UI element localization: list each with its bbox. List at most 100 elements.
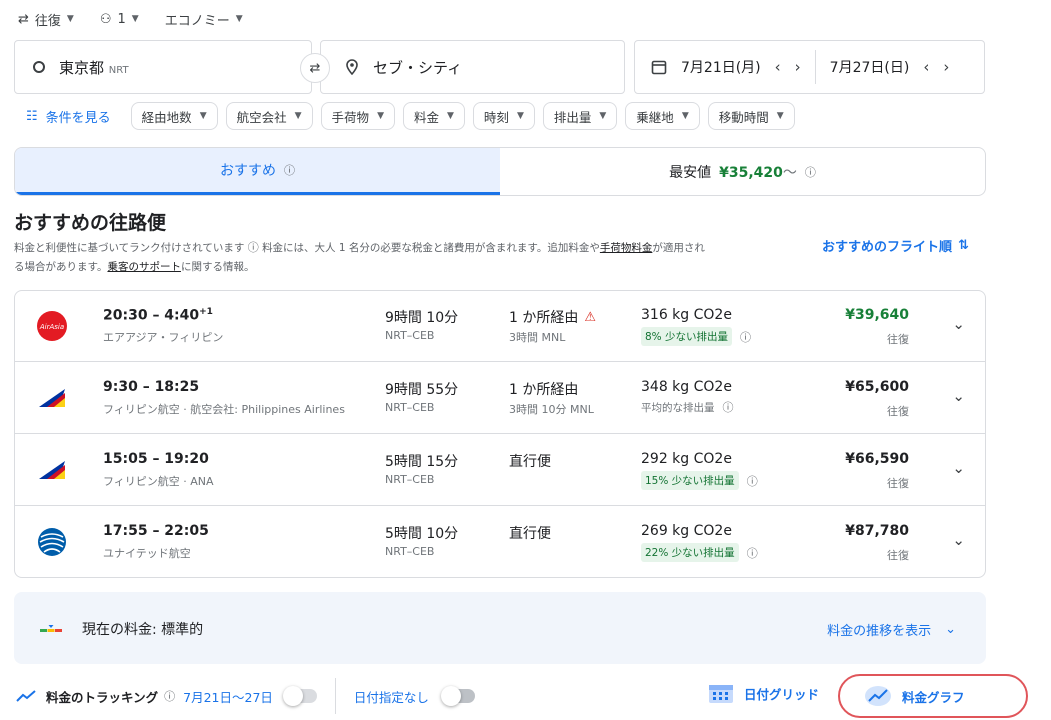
chip-label: 移動時間 xyxy=(718,109,769,125)
philippine-airlines-logo xyxy=(39,389,65,407)
flight-row[interactable]: 9:30 – 18:25 フィリピン航空 · 航空会社: Philippines… xyxy=(15,363,985,434)
airline-name: フィリピン航空 · ANA xyxy=(103,475,214,488)
expand-chevron-icon[interactable]: ⌄ xyxy=(952,387,965,405)
flight-stops: 直行便 xyxy=(509,451,551,471)
emission-badge: 22% 少ない排出量 xyxy=(641,543,739,562)
time-range: 15:05 – 19:20 xyxy=(103,451,209,467)
info-icon[interactable]: ⓘ xyxy=(248,241,259,254)
next-date-chevron-icon[interactable]: › xyxy=(943,58,949,76)
person-icon: ⚇ xyxy=(99,11,112,27)
chip-label: 排出量 xyxy=(553,109,592,125)
chip-label: 乗継地 xyxy=(636,109,674,125)
caret-down-icon: ▼ xyxy=(681,111,689,121)
caret-down-icon: ▼ xyxy=(66,14,74,24)
airline-name: エアアジア・フィリピン xyxy=(103,331,224,344)
filter-chip-emissions[interactable]: 排出量 ▼ xyxy=(542,102,618,130)
expand-chevron-icon[interactable]: ⌄ xyxy=(952,459,965,477)
flight-row[interactable]: 15:05 – 19:20 フィリピン航空 · ANA 5時間 15分 NRT–… xyxy=(15,435,985,506)
flight-stops: 直行便 xyxy=(509,523,551,543)
destination-field[interactable]: セブ・シティ xyxy=(320,40,625,94)
price-history-button[interactable]: 料金の推移を表示 ⌄ xyxy=(827,620,956,639)
depart-date-field[interactable]: 7月21日(月) ‹ › xyxy=(651,57,801,77)
price-insight-panel: 現在の料金: 標準的 料金の推移を表示 ⌄ xyxy=(14,592,986,664)
caret-down-icon: ▼ xyxy=(131,14,139,24)
info-icon[interactable]: ⓘ xyxy=(747,473,758,489)
filter-chip-duration[interactable]: 移動時間 ▼ xyxy=(707,102,795,130)
passenger-select[interactable]: ⚇ 1 ▼ xyxy=(100,12,139,27)
price-level-icon xyxy=(40,625,62,632)
desc-text: る場合があります。 xyxy=(14,261,108,273)
price-insight-text: 現在の料金: 標準的 xyxy=(82,622,204,638)
price-tracking-toggle[interactable] xyxy=(282,686,317,706)
next-date-chevron-icon[interactable]: › xyxy=(795,58,801,76)
flight-row[interactable]: 17:55 – 22:05 ユナイテッド航空 5時間 10分 NRT–CEB 直… xyxy=(15,507,985,578)
co2-amount: 269 kg CO2e xyxy=(641,523,732,539)
trip-type-label: 往復 xyxy=(34,13,61,29)
sort-arrows-icon: ⇅ xyxy=(958,238,969,253)
chevron-down-icon: ⌄ xyxy=(945,622,956,637)
info-icon[interactable]: ⓘ xyxy=(747,545,758,561)
tab-recommended[interactable]: おすすめ ⓘ xyxy=(15,148,500,195)
sort-order-button[interactable]: おすすめのフライト順 ⇅ xyxy=(822,236,969,255)
cabin-select[interactable]: エコノミー ▼ xyxy=(165,10,243,29)
date-grid-button[interactable]: 日付グリッド xyxy=(708,682,819,704)
flight-route: NRT–CEB xyxy=(385,545,435,558)
cheapest-price: ¥35,420 xyxy=(719,164,783,181)
flight-price: ¥66,590 xyxy=(845,451,909,467)
calendar-grid-icon xyxy=(709,685,733,703)
emission-info: 8% 少ない排出量 ⓘ xyxy=(641,327,751,346)
cabin-label: エコノミー xyxy=(164,13,230,29)
origin-field[interactable]: 東京都 NRT xyxy=(14,40,312,94)
prev-date-chevron-icon[interactable]: ‹ xyxy=(775,58,781,76)
toggle-knob xyxy=(282,686,303,706)
passenger-support-link[interactable]: 乗客のサポート xyxy=(107,261,181,273)
flight-stops: 1 か所経由 xyxy=(509,379,578,399)
calendar-icon xyxy=(651,60,667,75)
swap-arrows-icon: ⇄ xyxy=(18,11,29,27)
price-graph-label: 料金グラフ xyxy=(902,689,965,705)
filter-chip-price[interactable]: 料金 ▼ xyxy=(402,102,465,130)
time-range: 20:30 – 4:40 xyxy=(103,307,200,324)
tab-cheapest[interactable]: 最安値 ¥35,420〜 ⓘ xyxy=(500,148,985,195)
chip-label: 航空会社 xyxy=(236,109,287,125)
day-offset: +1 xyxy=(199,307,213,317)
conditions-button[interactable]: ☷ 条件を見る xyxy=(26,107,111,126)
return-date-field[interactable]: 7月27日(日) ‹ › xyxy=(830,57,950,77)
date-divider xyxy=(814,50,816,84)
emission-info: 平均的な排出量 ⓘ xyxy=(641,399,734,415)
filter-chip-connecting[interactable]: 乗継地 ▼ xyxy=(625,102,700,130)
flight-route: NRT–CEB xyxy=(385,329,435,342)
united-airlines-logo xyxy=(38,528,66,556)
info-icon[interactable]: ⓘ xyxy=(164,688,175,704)
results-description: 料金と利便性に基づいてランク付けされています ⓘ 料金には、大人 1 名分の必要… xyxy=(14,238,804,277)
any-dates-toggle[interactable] xyxy=(440,686,475,706)
bottom-divider xyxy=(334,678,336,714)
expand-chevron-icon[interactable]: ⌄ xyxy=(952,531,965,549)
expand-chevron-icon[interactable]: ⌄ xyxy=(952,315,965,333)
flight-duration: 5時間 10分 xyxy=(385,526,459,542)
any-dates-label: 日付指定なし xyxy=(353,689,429,705)
emission-badge: 15% 少ない排出量 xyxy=(641,471,739,490)
info-icon[interactable]: ⓘ xyxy=(740,329,751,345)
caret-down-icon: ▼ xyxy=(377,111,384,121)
desc-text: 料金と利便性に基づいてランク付けされています xyxy=(14,242,245,254)
prev-date-chevron-icon[interactable]: ‹ xyxy=(923,58,929,76)
chip-label: 料金 xyxy=(413,109,439,125)
sort-label: おすすめのフライト順 xyxy=(822,240,953,255)
price-graph-button[interactable]: 料金グラフ xyxy=(838,674,1028,718)
info-icon[interactable]: ⓘ xyxy=(805,164,816,180)
info-icon[interactable]: ⓘ xyxy=(284,162,295,178)
swap-locations-button[interactable]: ⇄ xyxy=(300,53,330,83)
trip-type-select[interactable]: ⇄ 往復 ▼ xyxy=(18,10,74,29)
flight-row[interactable]: AirAsia 20:30 – 4:40+1 エアアジア・フィリピン 9時間 1… xyxy=(15,291,985,362)
desc-text: が適用され xyxy=(652,242,705,254)
filter-chip-stops[interactable]: 経由地数 ▼ xyxy=(130,102,218,130)
filter-chip-airline[interactable]: 航空会社 ▼ xyxy=(225,102,313,130)
trip-type: 往復 xyxy=(887,549,909,562)
info-icon[interactable]: ⓘ xyxy=(723,399,734,415)
swap-icon: ⇄ xyxy=(309,60,321,76)
location-pin-icon xyxy=(346,59,358,75)
filter-chip-baggage[interactable]: 手荷物 ▼ xyxy=(320,102,395,130)
filter-chip-time[interactable]: 時刻 ▼ xyxy=(472,102,535,130)
baggage-fee-link[interactable]: 手荷物料金 xyxy=(600,242,653,254)
